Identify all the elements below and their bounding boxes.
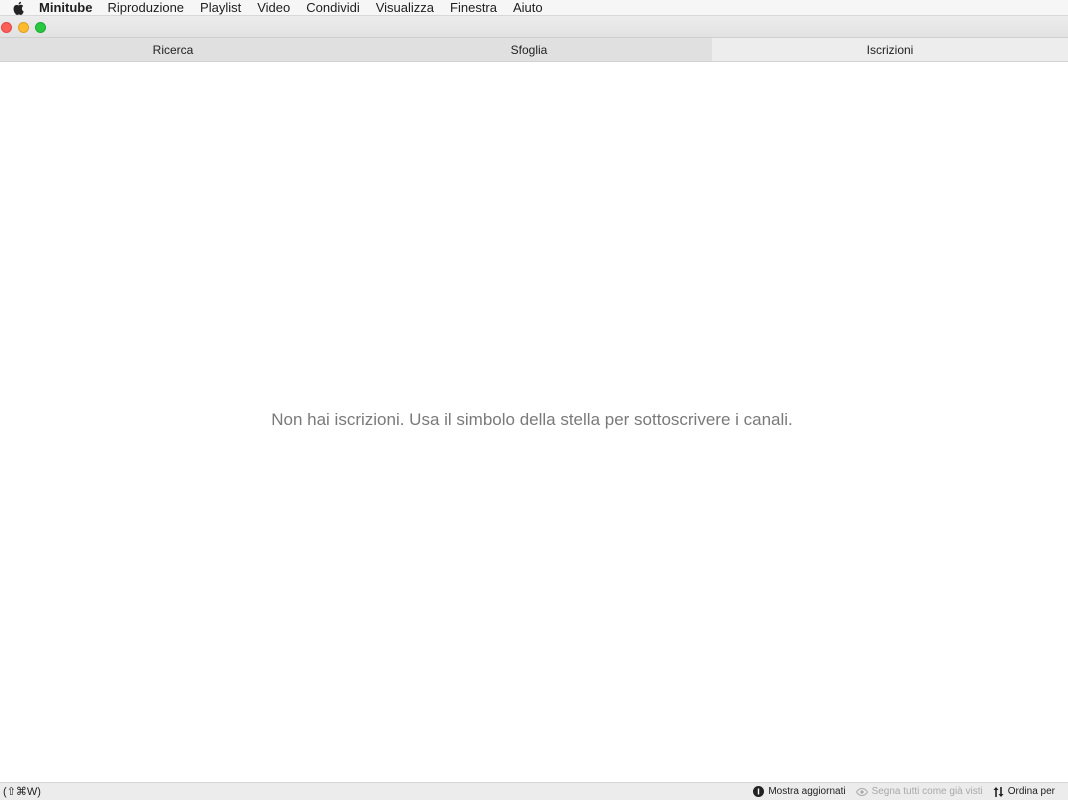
menu-aiuto[interactable]: Aiuto <box>513 0 543 16</box>
tab-sfoglia[interactable]: Sfoglia <box>346 38 712 61</box>
status-actions: Mostra aggiornati Segna tutti come già v… <box>743 786 1055 797</box>
menu-app-name[interactable]: Minitube <box>39 0 92 16</box>
menu-bar: Minitube Riproduzione Playlist Video Con… <box>0 0 1068 16</box>
menu-condividi[interactable]: Condividi <box>306 0 359 16</box>
menu-finestra[interactable]: Finestra <box>450 0 497 16</box>
menu-visualizza[interactable]: Visualizza <box>376 0 434 16</box>
close-window-button[interactable] <box>1 22 12 33</box>
show-updated-label: Mostra aggiornati <box>768 786 846 797</box>
minimize-window-button[interactable] <box>18 22 29 33</box>
sort-arrows-icon <box>993 786 1004 797</box>
maximize-window-button[interactable] <box>35 22 46 33</box>
menu-video[interactable]: Video <box>257 0 290 16</box>
empty-subscriptions-message: Non hai iscrizioni. Usa il simbolo della… <box>271 410 793 429</box>
window-titlebar <box>0 16 1068 38</box>
menu-playlist[interactable]: Playlist <box>200 0 241 16</box>
status-bar: (⇧⌘W) Mostra aggiornati Segna tutti come… <box>0 782 1068 800</box>
sort-by-button[interactable]: Ordina per <box>993 786 1055 797</box>
apple-icon[interactable] <box>11 1 25 15</box>
shortcut-hint: (⇧⌘W) <box>3 786 41 798</box>
mark-all-watched-button[interactable]: Segna tutti come già visti <box>855 786 983 797</box>
show-updated-button[interactable]: Mostra aggiornati <box>753 786 846 797</box>
view-tabs: Ricerca Sfoglia Iscrizioni <box>0 38 1068 62</box>
tab-ricerca[interactable]: Ricerca <box>0 38 346 61</box>
info-badge-icon <box>753 786 765 797</box>
menu-riproduzione[interactable]: Riproduzione <box>107 0 184 16</box>
sort-by-label: Ordina per <box>1007 786 1055 797</box>
mark-all-watched-label: Segna tutti come già visti <box>871 786 983 797</box>
subscriptions-area: Non hai iscrizioni. Usa il simbolo della… <box>0 62 1068 782</box>
tab-iscrizioni[interactable]: Iscrizioni <box>712 38 1068 61</box>
eye-icon <box>855 787 868 796</box>
